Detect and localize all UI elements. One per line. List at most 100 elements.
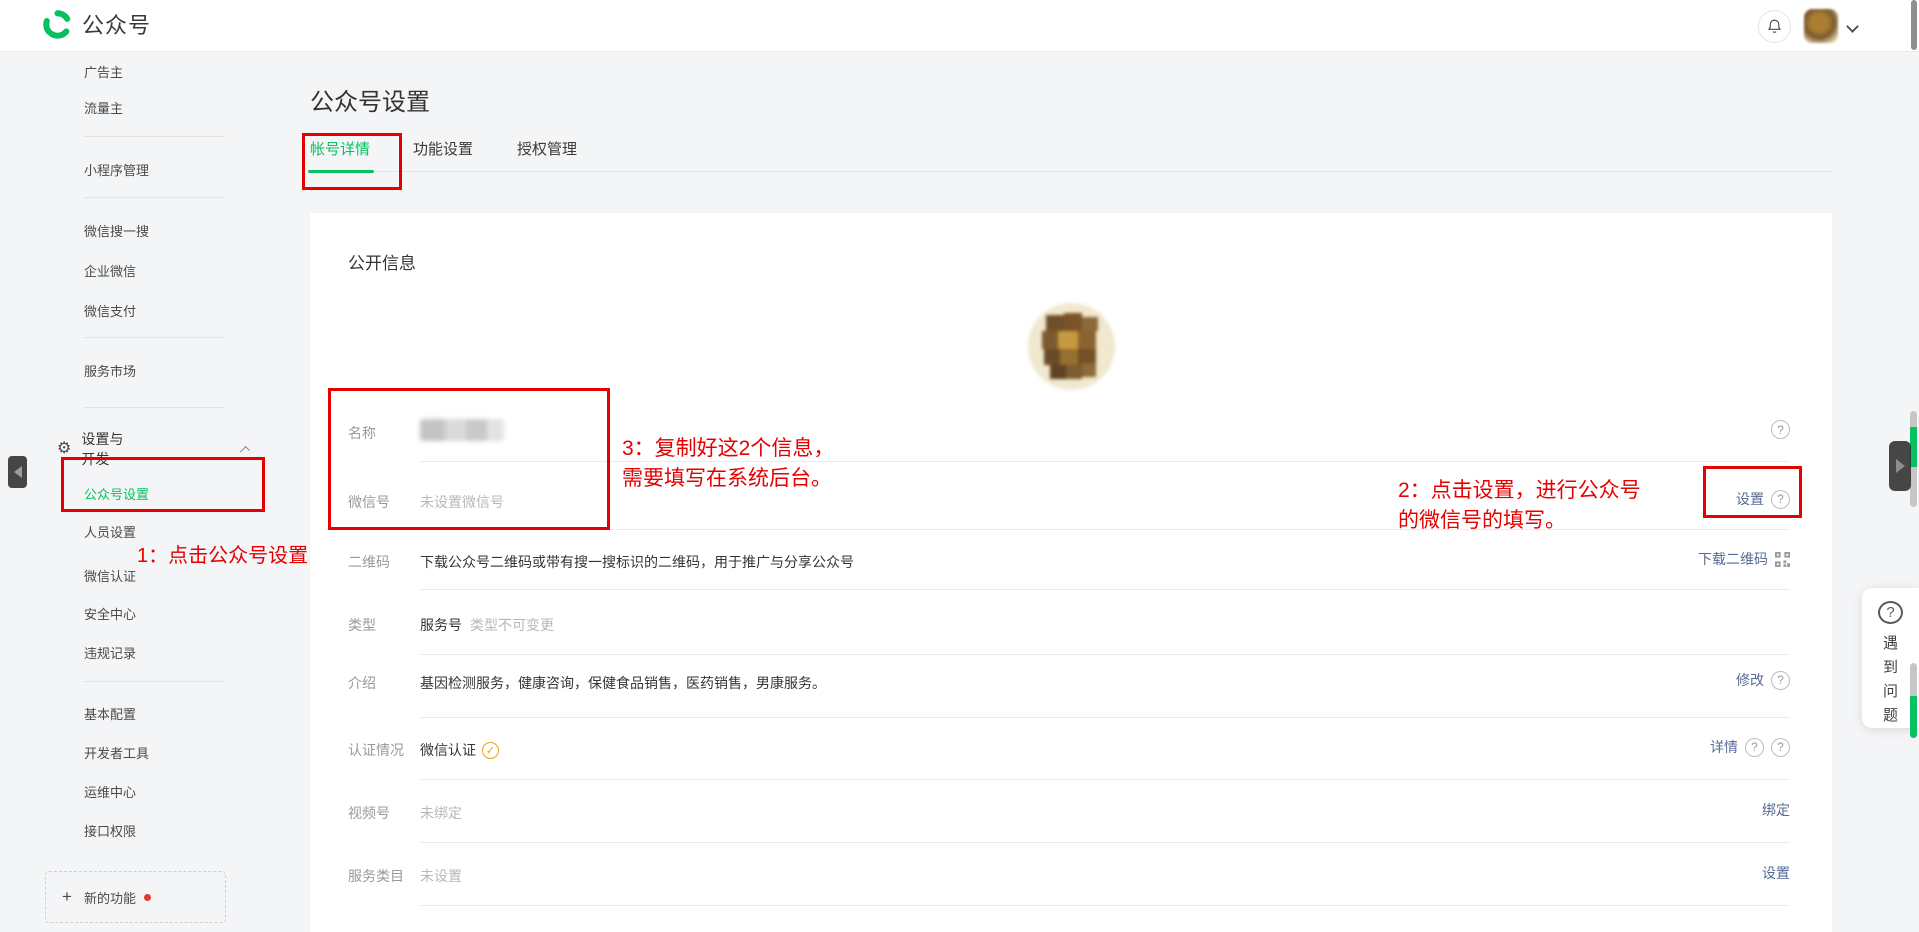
field-value: 未绑定	[420, 803, 462, 823]
sidebar-item-account-settings[interactable]: 公众号设置	[84, 484, 149, 503]
account-avatar[interactable]	[1804, 9, 1838, 43]
wechat-mp-logo-icon	[42, 9, 73, 40]
sidebar-item-miniprogram[interactable]: 小程序管理	[84, 160, 149, 179]
field-row-verification: 认证情况 微信认证 详情	[348, 740, 1790, 780]
row-divider	[420, 842, 1790, 843]
sidebar-group-label: 设置与开发	[81, 429, 135, 469]
custom-scrollbar[interactable]	[1910, 411, 1917, 507]
field-label: 二维码	[348, 552, 390, 572]
sidebar-divider	[84, 197, 225, 198]
help-icon[interactable]	[1745, 738, 1764, 757]
annotation-step2-line1: 2：点击设置，进行公众号	[1398, 476, 1641, 506]
sidebar-item-dev-tools[interactable]: 开发者工具	[84, 743, 149, 762]
chevron-up-icon	[240, 446, 250, 456]
row-divider	[420, 717, 1790, 718]
field-row-qrcode: 二维码 下载公众号二维码或带有搜一搜标识的二维码，用于推广与分享公众号 下载二维…	[348, 552, 1790, 590]
help-icon[interactable]	[1771, 738, 1790, 757]
custom-scrollbar[interactable]	[1910, 663, 1917, 738]
account-type-note: 类型不可变更	[470, 615, 554, 635]
sidebar-group-settings-dev[interactable]: ⚙ 设置与开发	[57, 429, 250, 469]
sidebar-item-traffic[interactable]: 流量主	[84, 98, 123, 117]
annotation-step3-line2: 需要填写在系统后台。	[622, 464, 834, 494]
sidebar-item-violation-record[interactable]: 违规记录	[84, 643, 136, 662]
annotation-step3: 3：复制好这2个信息， 需要填写在系统后台。	[622, 434, 834, 494]
wechat-mp-admin-page: 公众号 广告主 流量主 小程序管理 微信搜一搜 企业微信 微信支付 服务市场 ⚙…	[0, 0, 1919, 932]
bind-channels-link[interactable]: 绑定	[1762, 800, 1790, 820]
annotation-step1: 1：点击公众号设置	[137, 541, 308, 571]
sidebar-item-search[interactable]: 微信搜一搜	[84, 221, 149, 240]
sidebar-item-wepay[interactable]: 微信支付	[84, 301, 136, 320]
plus-icon: +	[62, 887, 72, 907]
annotation-step3-line1: 3：复制好这2个信息，	[622, 434, 834, 464]
sidebar-item-service-market[interactable]: 服务市场	[84, 361, 136, 380]
sidebar-item-basic-config[interactable]: 基本配置	[84, 704, 136, 723]
field-row-service-category: 服务类目 未设置 设置	[348, 866, 1790, 906]
row-divider	[420, 905, 1790, 906]
gear-icon: ⚙	[57, 441, 71, 457]
new-feature-label: 新的功能	[84, 888, 136, 907]
sidebar-divider	[84, 681, 225, 682]
verified-check-icon	[482, 742, 499, 759]
account-type-value: 服务号	[420, 615, 462, 635]
public-info-card: 公开信息 名称 微信号 未设置微信号	[310, 213, 1832, 932]
collapse-sidebar-button[interactable]	[8, 456, 27, 488]
help-icon[interactable]	[1771, 420, 1790, 439]
top-header: 公众号	[0, 0, 1919, 52]
arrow-right-icon	[1896, 459, 1905, 473]
field-value: 基因检测服务，健康咨询，保健食品销售，医药销售，男康服务。	[420, 673, 826, 693]
sidebar-item-advertiser[interactable]: 广告主	[84, 62, 123, 81]
sidebar-item-security-center[interactable]: 安全中心	[84, 604, 136, 623]
tab-function-settings[interactable]: 功能设置	[413, 138, 473, 159]
tab-authorization[interactable]: 授权管理	[517, 138, 577, 159]
field-value: 未设置	[420, 866, 462, 886]
field-row-name: 名称	[348, 423, 1790, 462]
sidebar-divider	[84, 407, 225, 408]
sidebar-divider	[84, 136, 225, 137]
notification-dot	[144, 894, 151, 901]
help-icon[interactable]	[1771, 671, 1790, 690]
new-feature-button[interactable]: + 新的功能	[45, 871, 226, 923]
sidebar: 广告主 流量主 小程序管理 微信搜一搜 企业微信 微信支付 服务市场 ⚙ 设置与…	[0, 52, 250, 932]
set-wechat-id-link[interactable]: 设置	[1736, 489, 1764, 509]
field-row-type: 类型 服务号 类型不可变更	[348, 615, 1790, 655]
field-label: 视频号	[348, 803, 390, 823]
set-category-link[interactable]: 设置	[1762, 863, 1790, 883]
field-label: 名称	[348, 423, 376, 443]
sidebar-item-ops-center[interactable]: 运维中心	[84, 782, 136, 801]
row-divider	[420, 589, 1790, 590]
field-row-intro: 介绍 基因检测服务，健康咨询，保健食品销售，医药销售，男康服务。 修改	[348, 673, 1790, 718]
brand-logo[interactable]: 公众号	[42, 8, 151, 40]
chevron-down-icon[interactable]	[1846, 20, 1859, 33]
field-value: 未设置微信号	[420, 492, 504, 512]
verification-value: 微信认证	[420, 740, 476, 760]
sidebar-item-wecom[interactable]: 企业微信	[84, 261, 136, 280]
section-title: 公开信息	[348, 249, 416, 274]
sidebar-item-api-permission[interactable]: 接口权限	[84, 821, 136, 840]
tab-bar: 帐号详情 功能设置 授权管理	[310, 138, 1832, 172]
annotation-step2-line2: 的微信号的填写。	[1398, 506, 1641, 536]
arrow-left-icon	[14, 466, 22, 478]
verification-details-link[interactable]: 详情	[1710, 737, 1738, 757]
help-widget-label: 遇到问题	[1883, 632, 1899, 728]
notifications-button[interactable]	[1758, 10, 1791, 43]
row-divider	[420, 779, 1790, 780]
help-icon[interactable]	[1771, 490, 1790, 509]
page-title: 公众号设置	[310, 82, 430, 117]
active-tab-underline	[308, 170, 374, 173]
avatar-pixelated-image	[1028, 303, 1115, 390]
sidebar-item-staff-settings[interactable]: 人员设置	[84, 522, 136, 541]
question-circle-icon	[1878, 601, 1903, 624]
brand-logo-text: 公众号	[82, 8, 151, 40]
download-qrcode-link[interactable]: 下载二维码	[1698, 549, 1768, 569]
annotation-step2: 2：点击设置，进行公众号 的微信号的填写。	[1398, 476, 1641, 536]
field-label: 微信号	[348, 492, 390, 512]
tab-account-details[interactable]: 帐号详情	[310, 138, 370, 159]
field-row-channels: 视频号 未绑定 绑定	[348, 803, 1790, 843]
official-account-avatar[interactable]	[1028, 303, 1115, 390]
modify-intro-link[interactable]: 修改	[1736, 670, 1764, 690]
field-value: 下载公众号二维码或带有搜一搜标识的二维码，用于推广与分享公众号	[420, 552, 854, 572]
expand-panel-button[interactable]	[1889, 441, 1911, 491]
row-divider	[420, 654, 1790, 655]
sidebar-item-wechat-verify[interactable]: 微信认证	[84, 566, 136, 585]
browser-scrollbar-thumb[interactable]	[1911, 0, 1917, 50]
